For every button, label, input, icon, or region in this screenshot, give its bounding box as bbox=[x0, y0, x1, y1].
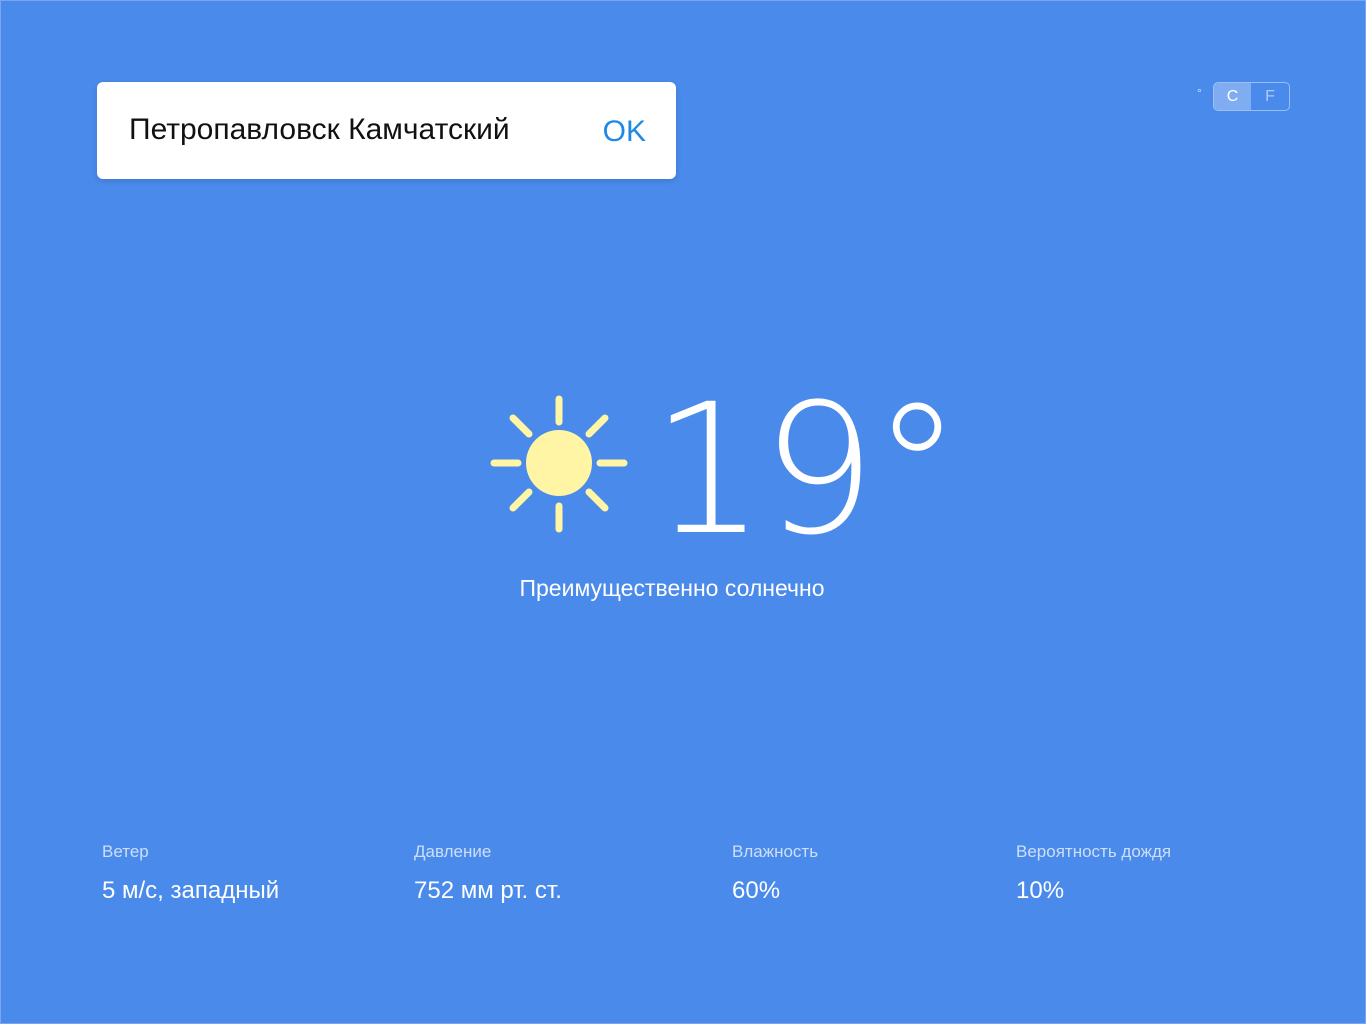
detail-value: 10% bbox=[1016, 877, 1065, 904]
sun-icon bbox=[490, 395, 628, 533]
detail-value: 5 м/с, западный bbox=[102, 877, 280, 904]
detail-rain-chance: Вероятность дождя 10% bbox=[1016, 841, 1171, 906]
detail-value: 752 мм рт. ст. bbox=[414, 877, 562, 904]
degree-symbol: ° bbox=[1197, 86, 1202, 100]
detail-value: 60% bbox=[732, 877, 781, 904]
unit-switch: C F bbox=[1212, 82, 1290, 111]
detail-label: Влажность bbox=[732, 842, 819, 861]
unit-toggle: ° C F bbox=[1197, 82, 1290, 111]
detail-humidity: Влажность 60% bbox=[732, 841, 818, 906]
weather-condition: Преимущественно солнечно bbox=[519, 575, 825, 601]
detail-wind: Ветер 5 м/с, западный bbox=[102, 841, 279, 906]
ok-button[interactable]: OK bbox=[603, 112, 646, 152]
city-input[interactable] bbox=[129, 110, 579, 150]
unit-fahrenheit-button[interactable]: F bbox=[1251, 83, 1289, 110]
unit-celsius-button[interactable]: C bbox=[1213, 83, 1252, 110]
temperature-value: 19° bbox=[651, 366, 962, 575]
detail-label: Вероятность дождя bbox=[1016, 842, 1172, 861]
detail-pressure: Давление 752 мм рт. ст. bbox=[414, 841, 562, 906]
detail-label: Давление bbox=[414, 842, 492, 861]
detail-label: Ветер bbox=[102, 842, 149, 861]
weather-screen: OK ° C F 19° Преимущественно солнечно Ве… bbox=[0, 0, 1366, 1024]
city-search-card: OK bbox=[97, 82, 676, 179]
